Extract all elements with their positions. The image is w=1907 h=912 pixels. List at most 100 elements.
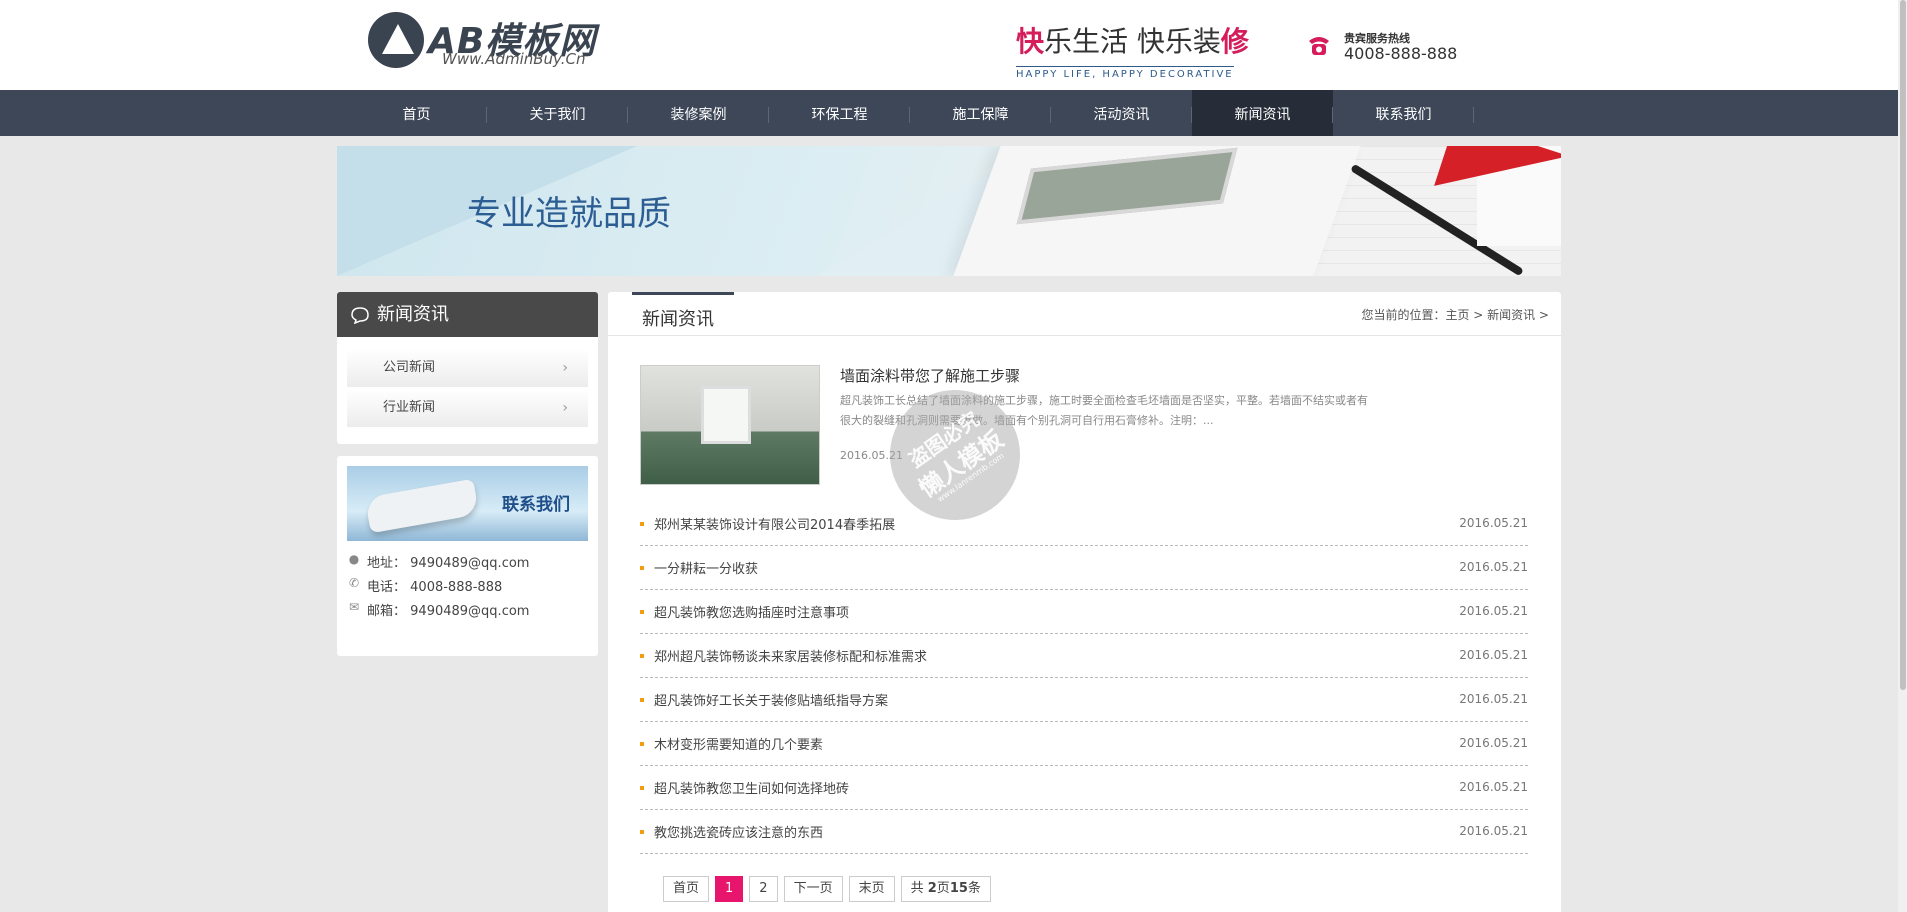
- slogan: 快乐生活 快乐装修 HAPPY LIFE, HAPPY DECORATIVE: [1012, 8, 1256, 80]
- news-title[interactable]: 超凡装饰好工长关于装修贴墙纸指导方案: [654, 690, 888, 709]
- chevron-right-icon: ›: [562, 360, 568, 376]
- news-date: 2016.05.21: [1459, 648, 1528, 662]
- news-date: 2016.05.21: [1459, 780, 1528, 794]
- nav-item-about[interactable]: 关于我们: [487, 90, 628, 136]
- news-list-item[interactable]: 超凡装饰教您选购插座时注意事项 2016.05.21: [640, 590, 1528, 634]
- pager-page-2[interactable]: 2: [749, 876, 778, 902]
- news-date: 2016.05.21: [1459, 604, 1528, 618]
- contact-phone-text: 电话： 4008-888-888: [367, 578, 502, 598]
- bullet-icon: [640, 830, 644, 834]
- news-title[interactable]: 超凡装饰教您选购插座时注意事项: [654, 602, 849, 621]
- featured-image-window: [701, 386, 751, 444]
- news-title[interactable]: 一分耕耘一分收获: [654, 558, 758, 577]
- news-list-item[interactable]: 木材变形需要知道的几个要素 2016.05.21: [640, 722, 1528, 766]
- site-logo[interactable]: AB模板网 Www.AdminBuy.Cn: [368, 10, 608, 70]
- telephone-icon: [1309, 37, 1329, 55]
- contact-phone-value: 4008-888-888: [410, 580, 503, 595]
- tab-news[interactable]: 新闻资讯: [632, 292, 734, 336]
- pager-total-mid: 页: [936, 881, 950, 896]
- pager-page-1[interactable]: 1: [715, 876, 744, 902]
- sidebar-contact: 联系我们 ● 地址： 9490489@qq.com ✆ 电话： 4008-888…: [337, 456, 598, 656]
- news-date: 2016.05.21: [1459, 516, 1528, 530]
- hotline: 贵宾服务热线 4008-888-888: [1306, 30, 1466, 70]
- contact-address-text: 地址： 9490489@qq.com: [367, 554, 529, 574]
- slogan-cn: 快乐生活 快乐装修: [1016, 20, 1249, 60]
- banner-text: 专业造就品质: [467, 194, 671, 234]
- telephone-illustration: [364, 478, 480, 534]
- bullet-icon: [640, 654, 644, 658]
- pager-total: 共 2页15条: [900, 876, 991, 902]
- news-list-item[interactable]: 一分耕耘一分收获 2016.05.21: [640, 546, 1528, 590]
- sidebar-title-text: 新闻资讯: [377, 304, 449, 325]
- bullet-icon: [640, 698, 644, 702]
- pager-next-button[interactable]: 下一页: [783, 876, 843, 902]
- news-date: 2016.05.21: [1459, 824, 1528, 838]
- pager-last-button[interactable]: 末页: [848, 876, 895, 902]
- news-title[interactable]: 木材变形需要知道的几个要素: [654, 734, 823, 753]
- logo-mark-icon: [368, 12, 424, 68]
- contact-address-label: 地址：: [367, 556, 407, 571]
- chat-bubble-icon: [351, 307, 369, 324]
- news-date: 2016.05.21: [1459, 560, 1528, 574]
- news-list-item[interactable]: 超凡装饰好工长关于装修贴墙纸指导方案 2016.05.21: [640, 678, 1528, 722]
- slogan-part-3: 修: [1220, 25, 1249, 58]
- contact-title: 联系我们: [502, 495, 570, 515]
- sidebar-item-label: 行业新闻: [383, 400, 436, 415]
- news-title[interactable]: 郑州某某装饰设计有限公司2014春季拓展: [654, 514, 895, 533]
- bullet-icon: [640, 742, 644, 746]
- news-date: 2016.05.21: [1459, 692, 1528, 706]
- bullet-icon: [640, 566, 644, 570]
- news-date: 2016.05.21: [1459, 736, 1528, 750]
- sidebar-item-industry-news[interactable]: 行业新闻 ›: [347, 389, 588, 427]
- sidebar-title: 新闻资讯: [337, 292, 598, 337]
- nav-item-contact[interactable]: 联系我们: [1333, 90, 1474, 136]
- nav-item-home[interactable]: 首页: [346, 90, 487, 136]
- hero-banner: 专业造就品质: [337, 146, 1561, 276]
- news-panel-header: 新闻资讯 您当前的位置：主页 > 新闻资讯 >: [608, 292, 1561, 336]
- chevron-right-icon: ›: [562, 400, 568, 416]
- contact-banner-image[interactable]: 联系我们: [347, 466, 588, 541]
- mail-icon: ✉: [348, 600, 360, 614]
- scrollbar-thumb[interactable]: [1900, 0, 1906, 690]
- nav-item-news[interactable]: 新闻资讯: [1192, 90, 1333, 136]
- sidebar-item-label: 公司新闻: [383, 360, 436, 375]
- slogan-part-2: 乐生活 快乐装: [1044, 25, 1221, 58]
- news-list-item[interactable]: 超凡装饰教您卫生间如何选择地砖 2016.05.21: [640, 766, 1528, 810]
- pagination: 首页 1 2 下一页 末页 共 2页15条: [663, 876, 997, 902]
- pager-first-button[interactable]: 首页: [663, 876, 710, 902]
- featured-news-title[interactable]: 墙面涂料带您了解施工步骤: [840, 365, 1020, 386]
- contact-email-value: 9490489@qq.com: [410, 604, 530, 619]
- pager-total-pages: 2: [927, 881, 937, 896]
- nav-item-cases[interactable]: 装修案例: [628, 90, 769, 136]
- main-nav: 首页 关于我们 装修案例 环保工程 施工保障 活动资讯 新闻资讯 联系我们: [0, 90, 1898, 136]
- news-list-item[interactable]: 郑州超凡装饰畅谈未来家居装修标配和标准需求 2016.05.21: [640, 634, 1528, 678]
- nav-item-eco[interactable]: 环保工程: [769, 90, 910, 136]
- phone-icon: ✆: [348, 576, 360, 590]
- site-header: AB模板网 Www.AdminBuy.Cn 快乐生活 快乐装修 HAPPY LI…: [0, 0, 1898, 90]
- sidebar-item-company-news[interactable]: 公司新闻 ›: [347, 349, 588, 387]
- pager-total-prefix: 共: [910, 881, 928, 896]
- contact-email-label: 邮箱：: [367, 604, 407, 619]
- contact-address-value: 9490489@qq.com: [410, 556, 530, 571]
- slogan-en: HAPPY LIFE, HAPPY DECORATIVE: [1016, 66, 1234, 80]
- featured-news-image[interactable]: [640, 365, 820, 485]
- news-title[interactable]: 超凡装饰教您卫生间如何选择地砖: [654, 778, 849, 797]
- news-title[interactable]: 郑州超凡装饰畅谈未来家居装修标配和标准需求: [654, 646, 927, 665]
- pager-total-suffix: 条: [967, 881, 981, 896]
- sidebar-categories: 新闻资讯 公司新闻 › 行业新闻 ›: [337, 292, 598, 444]
- nav-item-events[interactable]: 活动资讯: [1051, 90, 1192, 136]
- bullet-icon: [640, 786, 644, 790]
- bullet-icon: [640, 610, 644, 614]
- hotline-number: 4008-888-888: [1344, 44, 1458, 63]
- pager-total-items: 15: [949, 881, 968, 896]
- news-title[interactable]: 教您挑选瓷砖应该注意的东西: [654, 822, 823, 841]
- news-list-item[interactable]: 郑州某某装饰设计有限公司2014春季拓展 2016.05.21: [640, 502, 1528, 546]
- location-pin-icon: ●: [348, 552, 360, 566]
- contact-phone-label: 电话：: [367, 580, 407, 595]
- nav-item-guarantee[interactable]: 施工保障: [910, 90, 1051, 136]
- news-panel: 新闻资讯 您当前的位置：主页 > 新闻资讯 > 墙面涂料带您了解施工步骤 超凡装…: [608, 292, 1561, 912]
- breadcrumb[interactable]: 您当前的位置：主页 > 新闻资讯 >: [1361, 306, 1549, 323]
- news-list-item[interactable]: 教您挑选瓷砖应该注意的东西 2016.05.21: [640, 810, 1528, 854]
- logo-url: Www.AdminBuy.Cn: [442, 50, 586, 68]
- slogan-part-1: 快: [1016, 25, 1045, 58]
